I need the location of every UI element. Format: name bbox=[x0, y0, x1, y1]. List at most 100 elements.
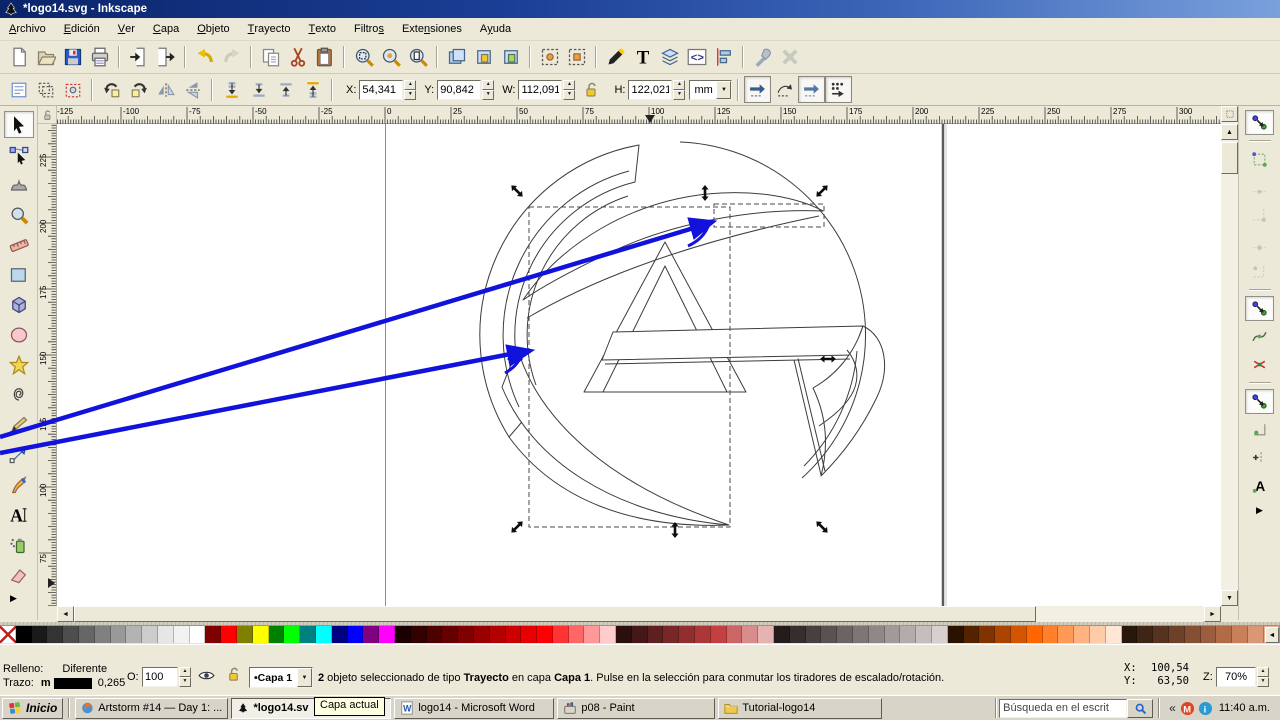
fill-indicator[interactable]: Relleno: Diferente bbox=[3, 663, 107, 675]
color-swatch[interactable] bbox=[679, 626, 696, 643]
color-swatch[interactable] bbox=[537, 626, 553, 643]
unit-selector[interactable]: mm ▼ bbox=[689, 79, 733, 100]
color-swatch[interactable] bbox=[15, 626, 32, 643]
color-swatch[interactable] bbox=[31, 626, 48, 643]
color-swatch[interactable] bbox=[1200, 626, 1217, 643]
menu-archivo[interactable]: Archivo bbox=[0, 18, 55, 40]
task-firefox[interactable]: Artstorm #14 — Day 1: ... bbox=[75, 697, 229, 719]
swatch-none[interactable] bbox=[0, 626, 16, 643]
tray-i[interactable]: i bbox=[1198, 701, 1213, 716]
align-dialog-button[interactable] bbox=[710, 44, 737, 71]
h-field[interactable] bbox=[628, 79, 673, 100]
zoom-selection-button[interactable] bbox=[350, 44, 377, 71]
menu-extensiones[interactable]: Exte n siones bbox=[393, 18, 471, 40]
color-swatch[interactable] bbox=[979, 626, 996, 643]
color-swatch[interactable] bbox=[568, 626, 585, 643]
color-swatch[interactable] bbox=[379, 626, 395, 643]
color-swatch[interactable] bbox=[995, 626, 1011, 643]
unit-dropdown-arrow-icon[interactable]: ▼ bbox=[716, 80, 732, 99]
color-swatch[interactable] bbox=[1011, 626, 1027, 643]
color-swatch[interactable] bbox=[631, 626, 648, 643]
unlink-clone-button[interactable] bbox=[497, 44, 524, 71]
color-swatch[interactable] bbox=[300, 626, 316, 643]
toolbox-expander-icon[interactable]: ▶ bbox=[0, 593, 17, 604]
rotate-ccw-button[interactable] bbox=[98, 76, 125, 103]
color-swatch[interactable] bbox=[489, 626, 506, 643]
palette-scroll-button[interactable]: ◄ bbox=[1265, 627, 1279, 643]
stroke-color-swatch[interactable] bbox=[53, 677, 92, 689]
color-swatch[interactable] bbox=[458, 626, 474, 643]
zoom-spinbox[interactable]: ▲▼ bbox=[1216, 667, 1269, 687]
color-swatch[interactable] bbox=[157, 626, 174, 643]
layer-visibility-button[interactable] bbox=[198, 667, 215, 684]
color-swatch[interactable] bbox=[742, 626, 759, 643]
color-swatch[interactable] bbox=[600, 626, 617, 643]
canvas-corner-button[interactable] bbox=[1221, 106, 1238, 122]
new-document-button[interactable] bbox=[5, 44, 32, 71]
color-swatch[interactable] bbox=[268, 626, 285, 643]
zoom-input[interactable] bbox=[1217, 669, 1255, 685]
color-swatch[interactable] bbox=[1105, 626, 1122, 643]
color-swatch[interactable] bbox=[331, 626, 348, 643]
color-swatch[interactable] bbox=[552, 626, 569, 643]
x-field[interactable] bbox=[359, 79, 404, 100]
color-swatch[interactable] bbox=[805, 626, 822, 643]
hscroll-thumb[interactable] bbox=[74, 606, 1036, 622]
color-swatch[interactable] bbox=[853, 626, 869, 643]
spin-down-icon[interactable]: ▼ bbox=[482, 89, 495, 100]
color-swatch[interactable] bbox=[410, 626, 427, 643]
transform-pattern-toggle[interactable] bbox=[825, 76, 853, 103]
color-swatch[interactable] bbox=[789, 626, 806, 643]
opacity-spinbox[interactable]: ▲▼ bbox=[142, 667, 191, 687]
transform-stroke-toggle[interactable] bbox=[744, 76, 772, 103]
color-swatch[interactable] bbox=[347, 626, 364, 643]
color-swatch[interactable] bbox=[616, 626, 632, 643]
rectangle-tool[interactable] bbox=[4, 261, 34, 288]
color-swatch[interactable] bbox=[726, 626, 743, 643]
color-swatch[interactable] bbox=[900, 626, 917, 643]
scroll-right-button[interactable]: ► bbox=[1204, 606, 1221, 622]
snap-text-baseline-button[interactable]: A bbox=[1245, 473, 1274, 498]
tray-chevron-icon[interactable]: « bbox=[1169, 702, 1176, 714]
opacity-up-icon[interactable]: ▲ bbox=[179, 667, 191, 677]
menu-edicin[interactable]: Edición bbox=[55, 18, 109, 40]
menu-trayecto[interactable]: Trayecto bbox=[239, 18, 300, 40]
paste-in-place-button[interactable] bbox=[563, 44, 590, 71]
color-swatch[interactable] bbox=[236, 626, 253, 643]
y-spinner[interactable]: ▲ ▼ bbox=[482, 79, 495, 100]
menu-ayuda[interactable]: Ay uda bbox=[471, 18, 520, 40]
tray-m[interactable]: M bbox=[1180, 701, 1195, 716]
layer-dropdown-arrow-icon[interactable]: ▼ bbox=[297, 668, 312, 687]
color-swatch[interactable] bbox=[1026, 626, 1043, 643]
spin-down-icon[interactable]: ▼ bbox=[563, 89, 576, 100]
zoom-up-icon[interactable]: ▲ bbox=[1257, 667, 1269, 677]
menu-capa[interactable]: Capa bbox=[144, 18, 188, 40]
color-swatch[interactable] bbox=[142, 626, 158, 643]
color-swatch[interactable] bbox=[426, 626, 443, 643]
color-swatch[interactable] bbox=[110, 626, 127, 643]
menu-ver[interactable]: Ver bbox=[109, 18, 144, 40]
cut-button[interactable] bbox=[284, 44, 311, 71]
spin-up-icon[interactable]: ▲ bbox=[563, 79, 576, 90]
xml-editor-button[interactable]: <> bbox=[683, 44, 710, 71]
snap-others-button[interactable] bbox=[1245, 389, 1274, 414]
color-swatch[interactable] bbox=[916, 626, 933, 643]
paste-button[interactable] bbox=[311, 44, 338, 71]
color-swatch[interactable] bbox=[252, 626, 269, 643]
zoom-down-icon[interactable]: ▼ bbox=[1257, 677, 1269, 687]
start-button[interactable]: Inicio bbox=[2, 697, 64, 719]
color-swatch[interactable] bbox=[173, 626, 190, 643]
task-word[interactable]: Wlogo14 - Microsoft Word bbox=[394, 697, 555, 719]
import-button[interactable] bbox=[125, 44, 152, 71]
color-swatch[interactable] bbox=[884, 626, 901, 643]
layer-lock-button[interactable] bbox=[226, 667, 241, 682]
menu-filtros[interactable]: Filtro s bbox=[345, 18, 393, 40]
menu-objeto[interactable]: Objeto bbox=[188, 18, 238, 40]
snapbar-expander-icon[interactable]: ▶ bbox=[1256, 505, 1263, 516]
measure-tool[interactable] bbox=[4, 231, 34, 258]
zoom-drawing-button[interactable] bbox=[377, 44, 404, 71]
color-swatch[interactable] bbox=[94, 626, 111, 643]
x-input[interactable] bbox=[360, 81, 403, 98]
dimension-lock-button[interactable] bbox=[577, 76, 604, 103]
vertical-scrollbar[interactable]: ▲ ▼ bbox=[1221, 106, 1238, 606]
